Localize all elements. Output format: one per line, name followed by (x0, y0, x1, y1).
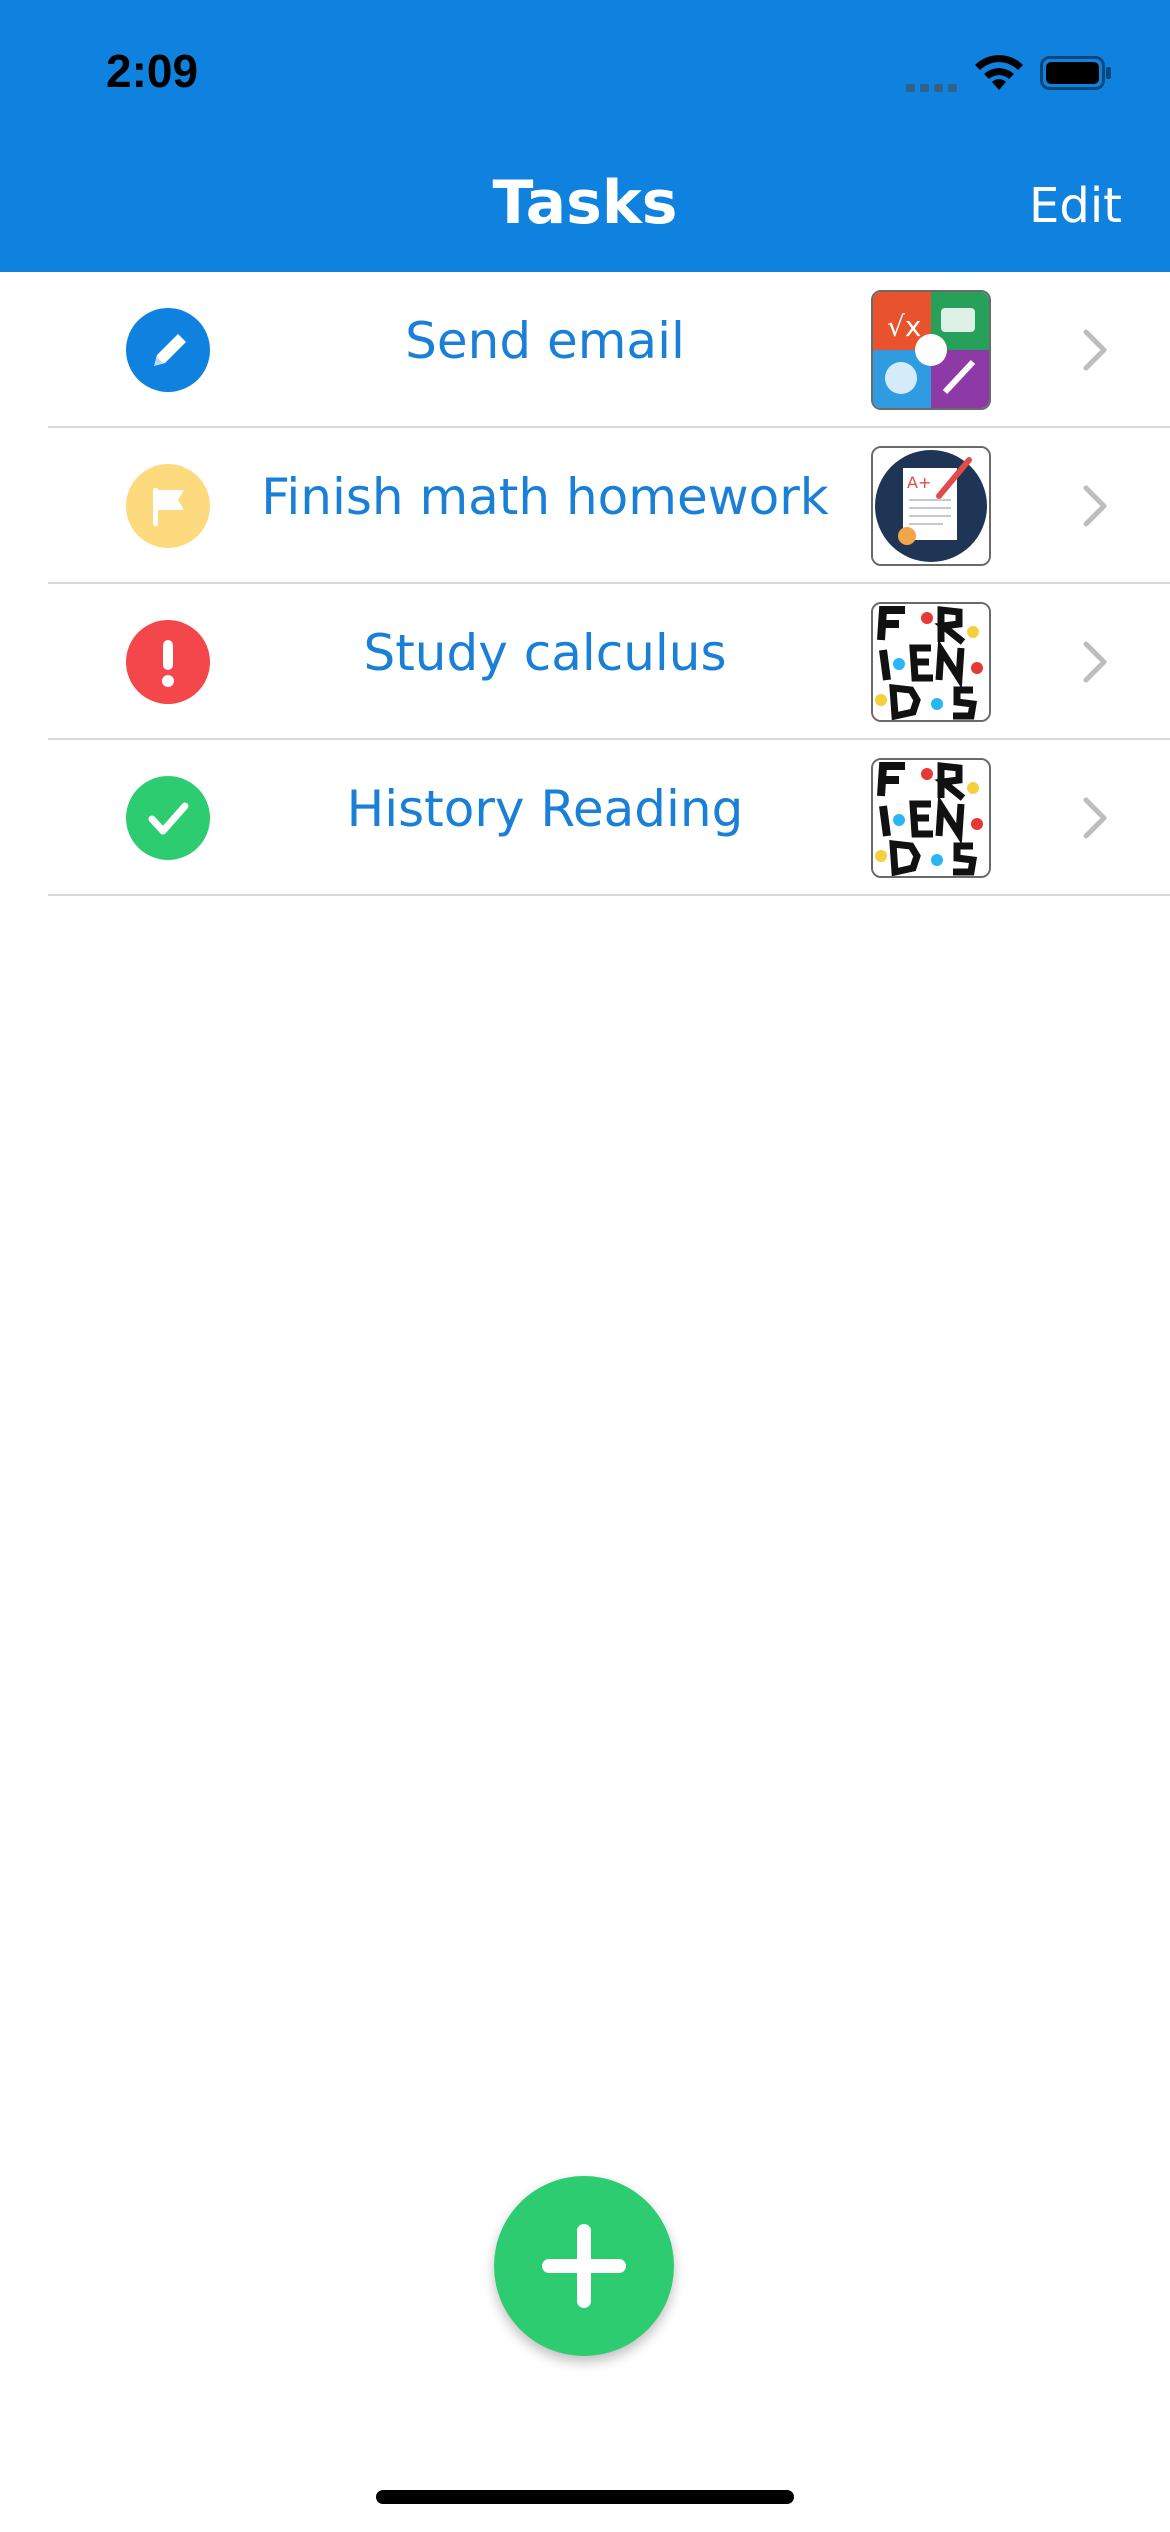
svg-text:A+: A+ (907, 473, 931, 492)
edit-button[interactable]: Edit (1029, 178, 1122, 234)
task-row[interactable]: Study calculus (0, 584, 1170, 740)
task-title: History Reading (346, 780, 744, 838)
plus-icon (542, 2224, 626, 2308)
chevron-right-icon (1083, 641, 1107, 683)
task-title: Study calculus (363, 624, 727, 682)
checkmark-icon (126, 776, 210, 860)
graded-paper-thumbnail: A+ (871, 446, 991, 566)
chevron-right-icon (1083, 485, 1107, 527)
svg-text:√x: √x (887, 310, 921, 343)
task-row[interactable]: Finish math homework A+ (0, 428, 1170, 584)
flag-icon (126, 464, 210, 548)
subjects-collage-thumbnail: √x (871, 290, 991, 410)
task-row[interactable]: Send email √x (0, 272, 1170, 428)
chevron-right-icon (1083, 797, 1107, 839)
pencil-icon (126, 308, 210, 392)
add-task-button[interactable] (494, 2176, 674, 2356)
cellular-signal-icon (906, 84, 957, 92)
friends-logo-thumbnail (871, 602, 991, 722)
navigation-header: 2:09 Tasks Edit (0, 0, 1170, 272)
status-time: 2:09 (106, 45, 199, 97)
task-row[interactable]: History Reading (0, 740, 1170, 896)
page-title: Tasks (492, 168, 678, 238)
battery-icon (1040, 56, 1111, 90)
friends-logo-thumbnail (871, 758, 991, 878)
home-indicator[interactable] (376, 2490, 794, 2504)
task-title: Finish math homework (261, 468, 829, 526)
wifi-icon (975, 55, 1023, 90)
task-title: Send email (405, 312, 685, 370)
exclamation-icon (126, 620, 210, 704)
chevron-right-icon (1083, 329, 1107, 371)
task-list: Send email √x Finish math homework A+ St… (0, 272, 1170, 896)
